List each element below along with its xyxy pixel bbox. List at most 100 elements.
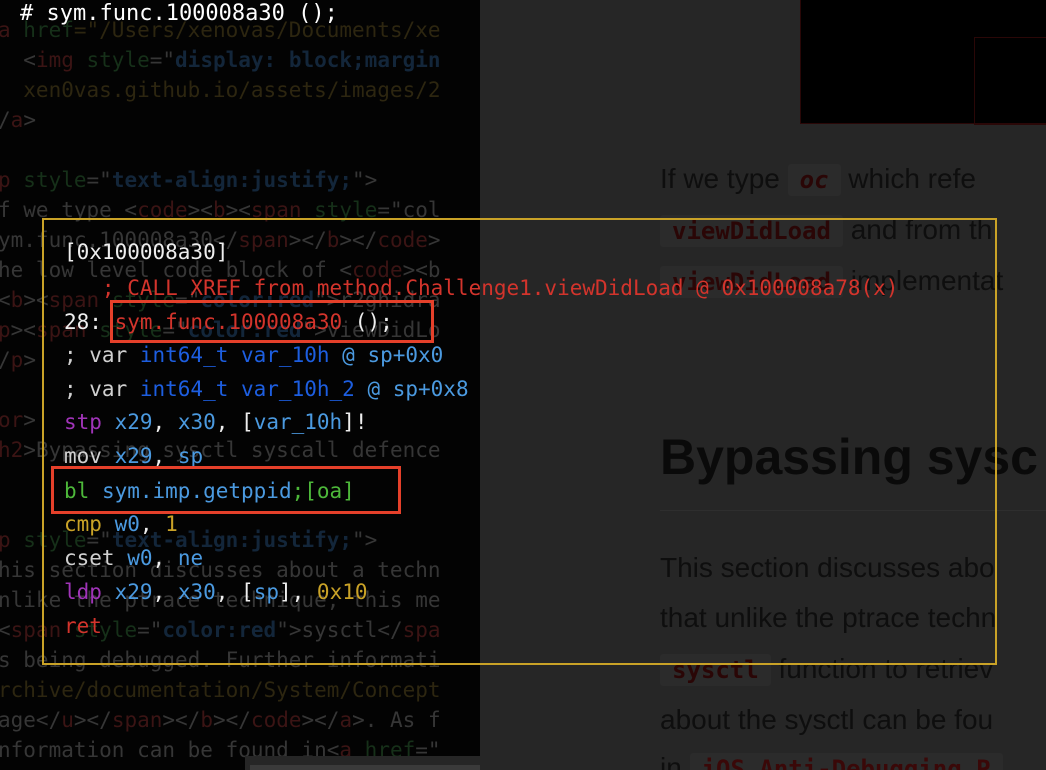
source-token: ></ — [301, 708, 340, 732]
asm-token: [0x100008a30] — [64, 240, 229, 264]
asm-token: 0x10 — [316, 580, 368, 604]
bottom-scrollbar-thumb[interactable] — [250, 765, 480, 770]
text: If we type — [660, 163, 788, 194]
asm-token: w0 — [127, 546, 153, 570]
disassembly-line: ; var int64_t var_10h @ sp+0x0 — [64, 340, 443, 370]
asm-token: , — [139, 512, 166, 536]
source-token: text-align:justify; — [111, 168, 353, 192]
source-token: xen0vas.github.io/assets/images/2 — [0, 78, 441, 102]
source-line: age</u></span></b></code></a>. As f — [0, 705, 441, 735]
source-token: display: block;margin — [175, 48, 441, 72]
article-line: in iOS Anti-Debugging P — [660, 752, 1003, 770]
source-token: rchive/documentation/System/Concept — [0, 678, 441, 702]
source-line: /a> — [0, 105, 36, 135]
disassembly-line: ldp x29, x30, [sp], 0x10 — [64, 577, 368, 607]
asm-token: ne — [177, 546, 204, 570]
asm-token: ldp — [64, 580, 115, 604]
source-token: or — [0, 408, 24, 432]
source-token: code — [250, 708, 302, 732]
inline-code-oc: oc — [787, 164, 841, 196]
source-line: xen0vas.github.io/assets/images/2 — [0, 75, 441, 105]
asm-token: sp — [177, 444, 204, 468]
source-token: < — [0, 48, 36, 72]
asm-token: sp — [253, 580, 279, 604]
disassembly-line: ret — [64, 611, 102, 641]
source-token: a — [339, 708, 353, 732]
asm-token: 28: — [64, 310, 115, 334]
asm-token: cset — [64, 546, 128, 570]
disassembly-panel: [0x100008a30] ; CALL XREF from method.Ch… — [42, 218, 997, 665]
source-token: >< — [10, 318, 36, 342]
asm-token: var_10h — [253, 410, 343, 434]
asm-token: ]! — [342, 410, 368, 434]
source-token: p — [10, 348, 24, 372]
source-token: =" — [86, 168, 112, 192]
inline-link-code[interactable]: iOS Anti-Debugging P — [689, 753, 1003, 770]
asm-token: int64_t var_10h — [139, 343, 330, 367]
source-line: or> — [0, 405, 36, 435]
disassembly-line: cset w0, ne — [64, 543, 203, 573]
source-line: p style="text-align:justify;"> — [0, 165, 377, 195]
source-token: p — [0, 168, 11, 192]
asm-token: mov — [64, 444, 115, 468]
asm-token: , — [152, 546, 178, 570]
source-line: <img style="display: block;margin — [0, 45, 441, 75]
asm-token: w0 — [114, 512, 140, 536]
source-token: =" — [149, 48, 176, 72]
asm-token: x30 — [177, 580, 216, 604]
source-line: /p> — [0, 345, 36, 375]
source-token: / — [0, 108, 11, 132]
source-token: "> — [352, 168, 378, 192]
source-token: p — [0, 528, 11, 552]
asm-token: ], — [278, 580, 317, 604]
function-title: # sym.func.100008a30 (); — [20, 1, 338, 26]
source-token: ></ — [212, 708, 251, 732]
asm-token: , [ — [215, 410, 254, 434]
asm-token: x30 — [177, 410, 216, 434]
source-token: / — [0, 348, 11, 372]
source-token: age</ — [0, 708, 62, 732]
asm-token: @ sp+0x8 — [354, 377, 469, 401]
asm-token: int64_t var_10h_2 — [139, 377, 355, 401]
source-token: < — [0, 618, 11, 642]
asm-token: , — [152, 580, 178, 604]
source-token: b — [10, 288, 24, 312]
asm-token: 1 — [165, 512, 178, 536]
source-token: > — [23, 408, 36, 432]
article-image-inset — [974, 37, 1046, 125]
asm-token: ; var — [64, 377, 140, 401]
source-token: ></ — [73, 708, 112, 732]
disassembly-line: ; var int64_t var_10h_2 @ sp+0x8 — [64, 374, 469, 404]
source-token: style — [10, 168, 87, 192]
source-token: span — [111, 708, 163, 732]
disassembly-line: stp x29, x30, [var_10h]! — [64, 407, 368, 437]
source-line: rchive/documentation/System/Concept — [0, 675, 441, 705]
source-token: style — [73, 48, 150, 72]
source-token: < — [0, 288, 11, 312]
source-token: ></ — [162, 708, 201, 732]
source-token: > — [23, 348, 36, 372]
source-token: p — [0, 318, 11, 342]
asm-token: , — [152, 410, 178, 434]
source-token: a — [10, 108, 24, 132]
asm-token: x29 — [114, 580, 153, 604]
source-token: h2 — [0, 438, 24, 462]
article-line: If we type oc which refe — [660, 163, 976, 196]
disassembly-line: [0x100008a30] — [64, 237, 228, 267]
source-token: > — [23, 108, 36, 132]
article-line: about the sysctl can be fou — [660, 704, 994, 735]
source-token: b — [200, 708, 213, 732]
asm-token: cmp — [64, 512, 115, 536]
asm-token: x29 — [114, 410, 153, 434]
source-token: >. As f — [352, 708, 441, 732]
asm-token: x29 — [114, 444, 153, 468]
highlight-box-getppid — [51, 466, 401, 514]
asm-token: ; var — [64, 343, 140, 367]
asm-token: , — [152, 444, 178, 468]
asm-token: ret — [64, 614, 102, 638]
source-token: u — [61, 708, 74, 732]
text: in — [660, 752, 690, 770]
asm-token: , [ — [215, 580, 254, 604]
source-token: img — [35, 48, 74, 72]
disassembly-line: ; CALL XREF from method.Challenge1.viewD… — [64, 273, 899, 303]
